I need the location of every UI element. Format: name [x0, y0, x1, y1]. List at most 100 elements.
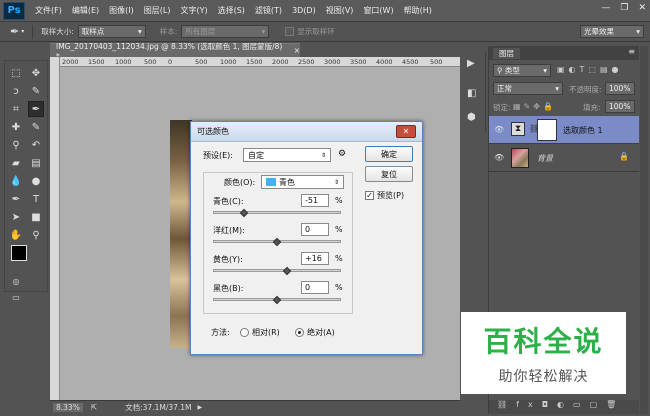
add-mask-icon[interactable]: ◘ — [542, 400, 557, 409]
zoom-tool-icon[interactable]: ⚲ — [28, 227, 44, 243]
menu-type[interactable]: 文字(Y) — [180, 5, 207, 16]
menu-window[interactable]: 窗口(W) — [363, 5, 393, 16]
screen-mode-icon[interactable]: ▭ — [8, 289, 24, 305]
restore-icon[interactable]: ❐ — [620, 3, 628, 13]
fx-icon[interactable]: fx — [516, 400, 542, 409]
dialog-close-button[interactable]: ✕ — [396, 125, 416, 138]
play-icon[interactable]: ▶ — [467, 58, 475, 69]
dialog-title-bar[interactable]: 可选颜色 ✕ — [191, 122, 422, 142]
layer-mask-thumbnail[interactable] — [537, 119, 557, 141]
method-absolute-radio[interactable] — [295, 328, 304, 337]
menu-file[interactable]: 文件(F) — [35, 5, 62, 16]
panel-menu-icon[interactable]: ≡ — [628, 47, 635, 56]
fill-value: 100% — [609, 102, 631, 111]
status-menu-icon[interactable]: ▶ — [198, 404, 203, 411]
3d-cube-icon[interactable]: ⬢ — [467, 112, 476, 123]
tab-layers[interactable]: 图层 — [493, 48, 520, 59]
preset-select[interactable]: 自定 ⇕ — [243, 148, 331, 162]
slider-track[interactable] — [213, 269, 341, 272]
sample-size-select[interactable]: 取样点 ▾ — [77, 25, 146, 38]
healing-brush-tool-icon[interactable]: ✚ — [8, 119, 24, 135]
trash-icon[interactable]: 🗑 — [606, 400, 625, 409]
options-bar: ✒ ▾ 取样大小: 取样点 ▾ 样本: 所有图层 ▾ 显示取样环 光晕效果 ▾ — [0, 22, 650, 42]
slider-value-input[interactable]: -51 — [301, 194, 329, 207]
sample-size-label: 取样大小: — [41, 27, 74, 36]
layer-filter-select[interactable]: ⚲ 类型 ▾ — [493, 64, 551, 77]
zoom-level[interactable]: 8.33% — [53, 403, 83, 412]
menu-select[interactable]: 选择(S) — [218, 5, 245, 16]
layer-row-background[interactable]: 👁 背景 🔒 — [489, 144, 639, 172]
sample-select[interactable]: 所有图层 ▾ — [181, 25, 270, 38]
ruler-tick: 500 — [195, 58, 208, 66]
lasso-tool-icon[interactable]: ↄ — [8, 83, 24, 99]
lock-icons[interactable]: ▦✎✥🔒 — [513, 102, 556, 111]
shape-tool-icon[interactable]: ■ — [28, 209, 44, 225]
ok-button[interactable]: 确定 — [365, 146, 413, 162]
panel-scrollbar[interactable] — [640, 46, 648, 414]
new-adjustment-icon[interactable]: ◐ — [557, 400, 573, 409]
eyedropper-tool-icon[interactable]: ✒ — [28, 101, 44, 117]
reset-button[interactable]: 复位 — [365, 166, 413, 182]
link-layers-icon[interactable]: ⛓ — [497, 400, 516, 409]
foreground-color-swatch[interactable] — [11, 245, 27, 261]
slider-label: 青色(C): — [213, 197, 244, 206]
sample-label: 样本: — [159, 27, 178, 36]
eraser-tool-icon[interactable]: ▰ — [8, 155, 24, 171]
move-tool-icon[interactable]: ✥ — [28, 65, 44, 81]
eyedropper-tool-icon[interactable]: ✒ — [10, 25, 19, 38]
type-tool-icon[interactable]: T — [28, 191, 44, 207]
slider-value-input[interactable]: 0 — [301, 223, 329, 236]
menu-help[interactable]: 帮助(H) — [404, 5, 432, 16]
hand-tool-icon[interactable]: ✋ — [8, 227, 24, 243]
adjustments-icon[interactable]: ◧ — [467, 88, 476, 99]
clone-stamp-tool-icon[interactable]: ⚲ — [8, 137, 24, 153]
filter-icons[interactable]: ▣◐T⬚▤● — [557, 65, 623, 74]
show-ring-checkbox[interactable] — [285, 27, 295, 36]
eye-icon[interactable]: 👁 — [494, 153, 504, 162]
slider-value-input[interactable]: +16 — [301, 252, 329, 265]
gradient-tool-icon[interactable]: ▤ — [28, 155, 44, 171]
opacity-field[interactable]: 100% — [605, 82, 635, 95]
panel-dock: ▶ ◧ ⬢ — [462, 52, 486, 132]
blur-tool-icon[interactable]: 💧 — [8, 173, 24, 189]
eye-icon[interactable]: 👁 — [494, 125, 504, 134]
marquee-tool-icon[interactable]: ⬚ — [8, 65, 24, 81]
method-relative-radio[interactable] — [240, 328, 249, 337]
quick-select-tool-icon[interactable]: ✎ — [28, 83, 44, 99]
layer-name[interactable]: 选取颜色 1 — [563, 125, 603, 136]
menu-3d[interactable]: 3D(D) — [292, 6, 316, 15]
document-tab[interactable]: IMG_20170403_112034.jpg @ 8.33% (选取颜色 1,… — [50, 42, 300, 61]
method-relative-label: 相对(R) — [252, 328, 280, 337]
quick-mask-icon[interactable]: ◎ — [8, 273, 24, 289]
crop-tool-icon[interactable]: ⌗ — [8, 101, 24, 117]
dodge-tool-icon[interactable]: ● — [28, 173, 44, 189]
menu-edit[interactable]: 编辑(E) — [72, 5, 99, 16]
new-group-icon[interactable]: ▭ — [573, 400, 590, 409]
menu-view[interactable]: 视图(V) — [326, 5, 354, 16]
brush-tool-icon[interactable]: ✎ — [28, 119, 44, 135]
tool-preset-chevron-icon[interactable]: ▾ — [21, 28, 24, 35]
export-icon[interactable]: ⇱ — [91, 403, 97, 412]
menu-layer[interactable]: 图层(L) — [144, 5, 171, 16]
path-selection-tool-icon[interactable]: ➤ — [8, 209, 24, 225]
layer-name[interactable]: 背景 — [537, 153, 553, 164]
blend-mode-select[interactable]: 正常 ▾ — [493, 82, 563, 95]
fill-field[interactable]: 100% — [605, 100, 635, 113]
close-icon[interactable]: ✕ — [638, 3, 646, 13]
new-layer-icon[interactable]: ▢ — [590, 400, 607, 409]
cyan-swatch — [266, 178, 276, 186]
document-close-icon[interactable]: × — [294, 46, 300, 55]
history-brush-tool-icon[interactable]: ↶ — [28, 137, 44, 153]
menu-image[interactable]: 图像(I) — [109, 5, 134, 16]
preview-checkbox[interactable]: ✓ — [365, 191, 374, 200]
colors-select[interactable]: 青色 ⇕ — [261, 175, 344, 189]
pen-tool-icon[interactable]: ✒ — [8, 191, 24, 207]
menu-filter[interactable]: 滤镜(T) — [255, 5, 282, 16]
slider-value-input[interactable]: 0 — [301, 281, 329, 294]
slider-track[interactable] — [213, 211, 341, 214]
chevron-down-icon: ▾ — [555, 84, 559, 93]
preset-options-gear-icon[interactable]: ⚙ — [338, 149, 346, 159]
layer-row-selective-color[interactable]: 👁 ⧗ ⛓ 选取颜色 1 — [489, 116, 639, 144]
workspace-select[interactable]: 光晕效果 ▾ — [580, 25, 644, 38]
minimize-icon[interactable]: — — [601, 3, 610, 13]
